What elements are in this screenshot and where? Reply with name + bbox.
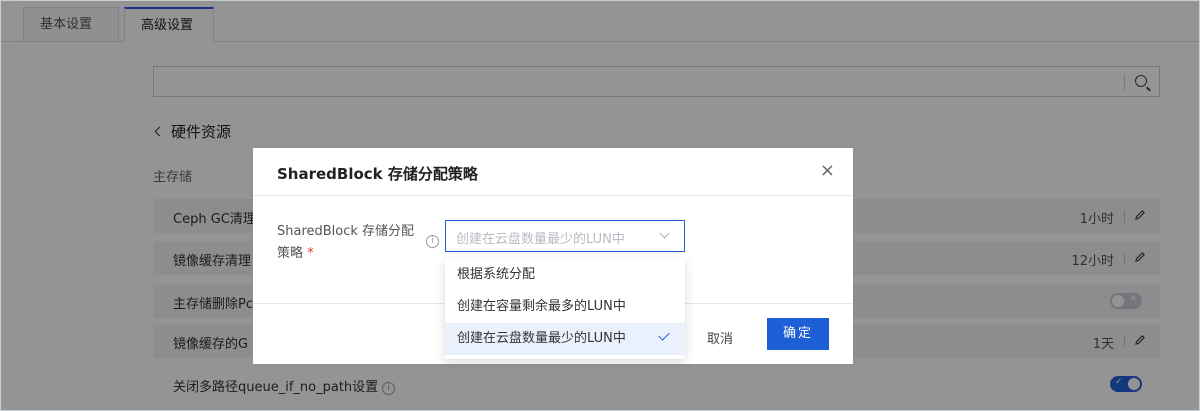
option-label: 创建在云盘数量最少的LUN中 (457, 331, 626, 346)
required-mark: * (307, 246, 314, 261)
dropdown-option[interactable]: 根据系统分配 (445, 259, 685, 291)
info-icon[interactable]: i (426, 235, 439, 248)
policy-select[interactable]: 创建在云盘数量最少的LUN中 (445, 220, 685, 252)
select-value: 创建在云盘数量最少的LUN中 (456, 232, 625, 247)
chevron-down-icon (659, 228, 670, 239)
confirm-button[interactable]: 确定 (767, 318, 829, 350)
field-label-text: SharedBlock 存储分配策略 (277, 224, 415, 261)
field-label: SharedBlock 存储分配策略 * (277, 221, 417, 265)
check-icon (658, 329, 670, 341)
option-label: 创建在容量剩余最多的LUN中 (457, 299, 626, 314)
cancel-button[interactable]: 取消 (707, 328, 733, 347)
dialog-title: SharedBlock 存储分配策略 (277, 165, 478, 183)
dropdown-option-selected[interactable]: 创建在云盘数量最少的LUN中 (445, 323, 685, 355)
close-icon[interactable]: × (820, 162, 835, 180)
dropdown-option[interactable]: 创建在容量剩余最多的LUN中 (445, 291, 685, 323)
option-label: 根据系统分配 (457, 267, 536, 282)
policy-dropdown-menu: 根据系统分配 创建在容量剩余最多的LUN中 创建在云盘数量最少的LUN中 (445, 259, 685, 359)
settings-page: 基本设置 高级设置 硬件资源 主存储 Ceph GC清理 1小时 镜像缓存清理 … (0, 0, 1200, 411)
header-divider (253, 195, 853, 196)
